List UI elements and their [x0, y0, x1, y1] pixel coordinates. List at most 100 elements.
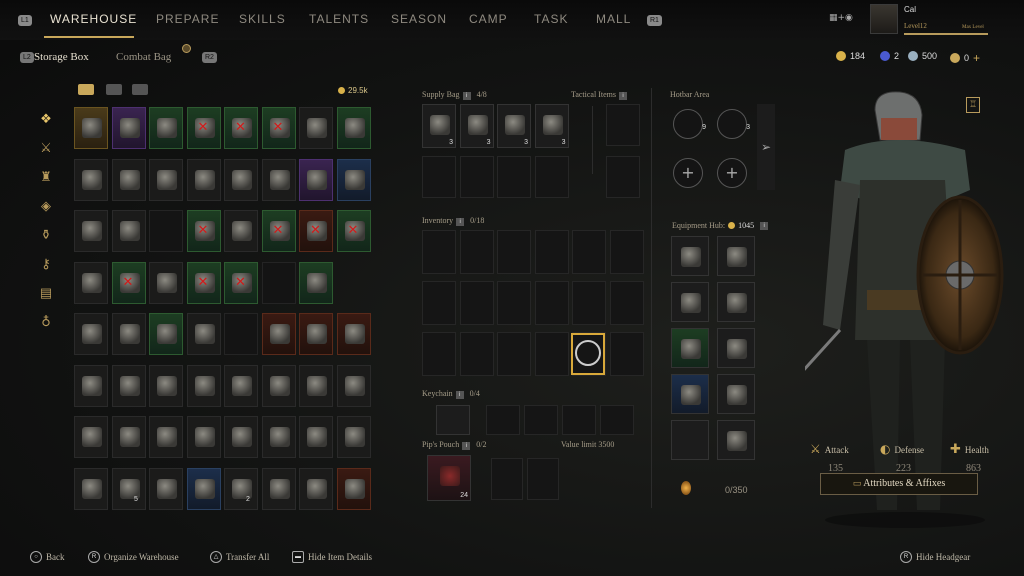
keychain-slot[interactable] — [486, 405, 520, 435]
supply-slot[interactable] — [497, 156, 531, 198]
tab-storage-box[interactable]: Storage Box — [34, 51, 89, 63]
inventory-slot[interactable] — [459, 281, 494, 325]
inventory-slot[interactable] — [609, 230, 644, 274]
inventory-slot[interactable] — [534, 281, 569, 325]
storage-slot[interactable] — [74, 261, 108, 304]
storage-slot[interactable] — [111, 158, 146, 201]
storage-slot[interactable] — [336, 107, 371, 149]
tactical-slot[interactable] — [606, 104, 640, 146]
tab-talents[interactable]: TALENTS — [309, 12, 369, 26]
storage-slot[interactable] — [224, 210, 258, 252]
attributes-affixes-button[interactable]: ▭ Attributes & Affixes — [820, 473, 978, 495]
player-profile[interactable]: Cal Level12 Max Level — [870, 2, 990, 36]
organize-warehouse-action[interactable]: R Organize Warehouse — [88, 551, 179, 563]
inventory-slot[interactable] — [422, 332, 456, 376]
supply-slot[interactable]: 3 — [534, 104, 569, 148]
supply-slot[interactable] — [534, 156, 569, 198]
supply-slot[interactable]: 3 — [459, 104, 494, 148]
inventory-slot[interactable] — [572, 230, 606, 274]
storage-slot[interactable] — [74, 467, 108, 510]
storage-slot[interactable] — [261, 261, 296, 304]
hotbar-expand-icon[interactable]: ➢ — [757, 104, 775, 190]
equipment-slot[interactable] — [717, 374, 755, 414]
inventory-slot[interactable] — [422, 281, 456, 325]
inventory-slot[interactable] — [497, 230, 531, 274]
pips-pouch-item[interactable]: 24 — [427, 455, 471, 501]
back-action[interactable]: ○ Back — [30, 551, 65, 563]
info-icon[interactable]: i — [618, 92, 627, 100]
storage-slot[interactable] — [261, 364, 296, 407]
storage-slot[interactable] — [186, 416, 221, 458]
storage-slot[interactable] — [74, 416, 108, 458]
supply-slot[interactable] — [459, 156, 494, 198]
tab-prepare[interactable]: PREPARE — [156, 12, 219, 26]
tab-mall[interactable]: MALL — [596, 12, 631, 26]
storage-slot[interactable] — [149, 416, 183, 458]
hotbar-add-slot-2[interactable]: + — [717, 158, 747, 188]
storage-slot[interactable] — [111, 416, 146, 458]
supply-slot[interactable]: 3 — [497, 104, 531, 148]
storage-slot[interactable]: ✕ — [224, 107, 258, 149]
inventory-slot[interactable] — [534, 332, 569, 376]
equipment-slot[interactable] — [717, 420, 755, 460]
storage-page-3-tab[interactable] — [132, 84, 148, 95]
hide-item-details-action[interactable]: ▬ Hide Item Details — [292, 551, 372, 563]
armor-icon[interactable]: ♜ — [38, 169, 54, 185]
storage-slot[interactable] — [261, 313, 296, 355]
supply-slot[interactable] — [422, 156, 456, 198]
pouch-slot[interactable] — [527, 458, 559, 500]
tab-task[interactable]: TASK — [534, 12, 568, 26]
storage-slot[interactable]: ✕ — [186, 210, 221, 252]
storage-slot[interactable] — [74, 107, 108, 149]
storage-slot[interactable] — [186, 313, 221, 355]
storage-slot[interactable]: ✕ — [186, 261, 221, 304]
valuables-icon[interactable]: ♁ — [38, 314, 54, 330]
inventory-slot[interactable] — [422, 230, 456, 274]
storage-slot[interactable] — [299, 313, 333, 355]
storage-slot[interactable] — [74, 364, 108, 407]
accessory-icon[interactable]: ◈ — [38, 198, 54, 214]
storage-slot[interactable] — [149, 313, 183, 355]
pouch-slot[interactable] — [491, 458, 523, 500]
tab-camp[interactable]: CAMP — [469, 12, 508, 26]
equipment-slot[interactable] — [717, 282, 755, 322]
info-icon[interactable]: i — [456, 218, 465, 226]
storage-slot[interactable] — [336, 158, 371, 201]
storage-slot[interactable] — [299, 416, 333, 458]
storage-slot[interactable] — [111, 364, 146, 407]
tab-warehouse[interactable]: WAREHOUSE — [50, 12, 137, 26]
storage-slot[interactable]: ✕ — [186, 107, 221, 149]
storage-slot[interactable]: ✕ — [224, 261, 258, 304]
equipment-slot[interactable] — [717, 328, 755, 368]
inventory-slot[interactable] — [459, 332, 494, 376]
equipment-slot[interactable] — [671, 328, 709, 368]
inventory-slot[interactable] — [572, 281, 606, 325]
storage-slot[interactable] — [299, 261, 333, 304]
storage-slot[interactable] — [149, 364, 183, 407]
storage-slot[interactable] — [336, 416, 371, 458]
tactical-slot[interactable] — [606, 156, 640, 198]
keychain-slot[interactable] — [436, 405, 470, 435]
keychain-slot[interactable] — [600, 405, 634, 435]
storage-slot[interactable] — [336, 313, 371, 355]
inventory-slot[interactable] — [609, 332, 644, 376]
storage-slot[interactable] — [299, 158, 333, 201]
storage-page-1-tab[interactable] — [78, 84, 94, 95]
info-icon[interactable]: i — [455, 391, 464, 399]
weapon-icon[interactable]: ⚔ — [38, 140, 54, 156]
storage-slot[interactable] — [111, 107, 146, 149]
storage-slot[interactable] — [186, 364, 221, 407]
storage-slot[interactable] — [299, 107, 333, 149]
hotbar-add-slot-1[interactable]: + — [673, 158, 703, 188]
storage-slot[interactable] — [299, 364, 333, 407]
storage-slot[interactable] — [261, 158, 296, 201]
storage-slot[interactable] — [74, 158, 108, 201]
storage-slot[interactable] — [149, 107, 183, 149]
add-currency-button[interactable]: + — [973, 51, 980, 65]
hotbar-slot-1[interactable]: 9 — [673, 109, 706, 139]
storage-slot[interactable] — [74, 210, 108, 252]
storage-slot[interactable] — [336, 364, 371, 407]
tab-skills[interactable]: SKILLS — [239, 12, 286, 26]
hotbar-slot-2[interactable]: 3 — [717, 109, 750, 139]
tab-combat-bag[interactable]: Combat Bag — [116, 51, 171, 63]
